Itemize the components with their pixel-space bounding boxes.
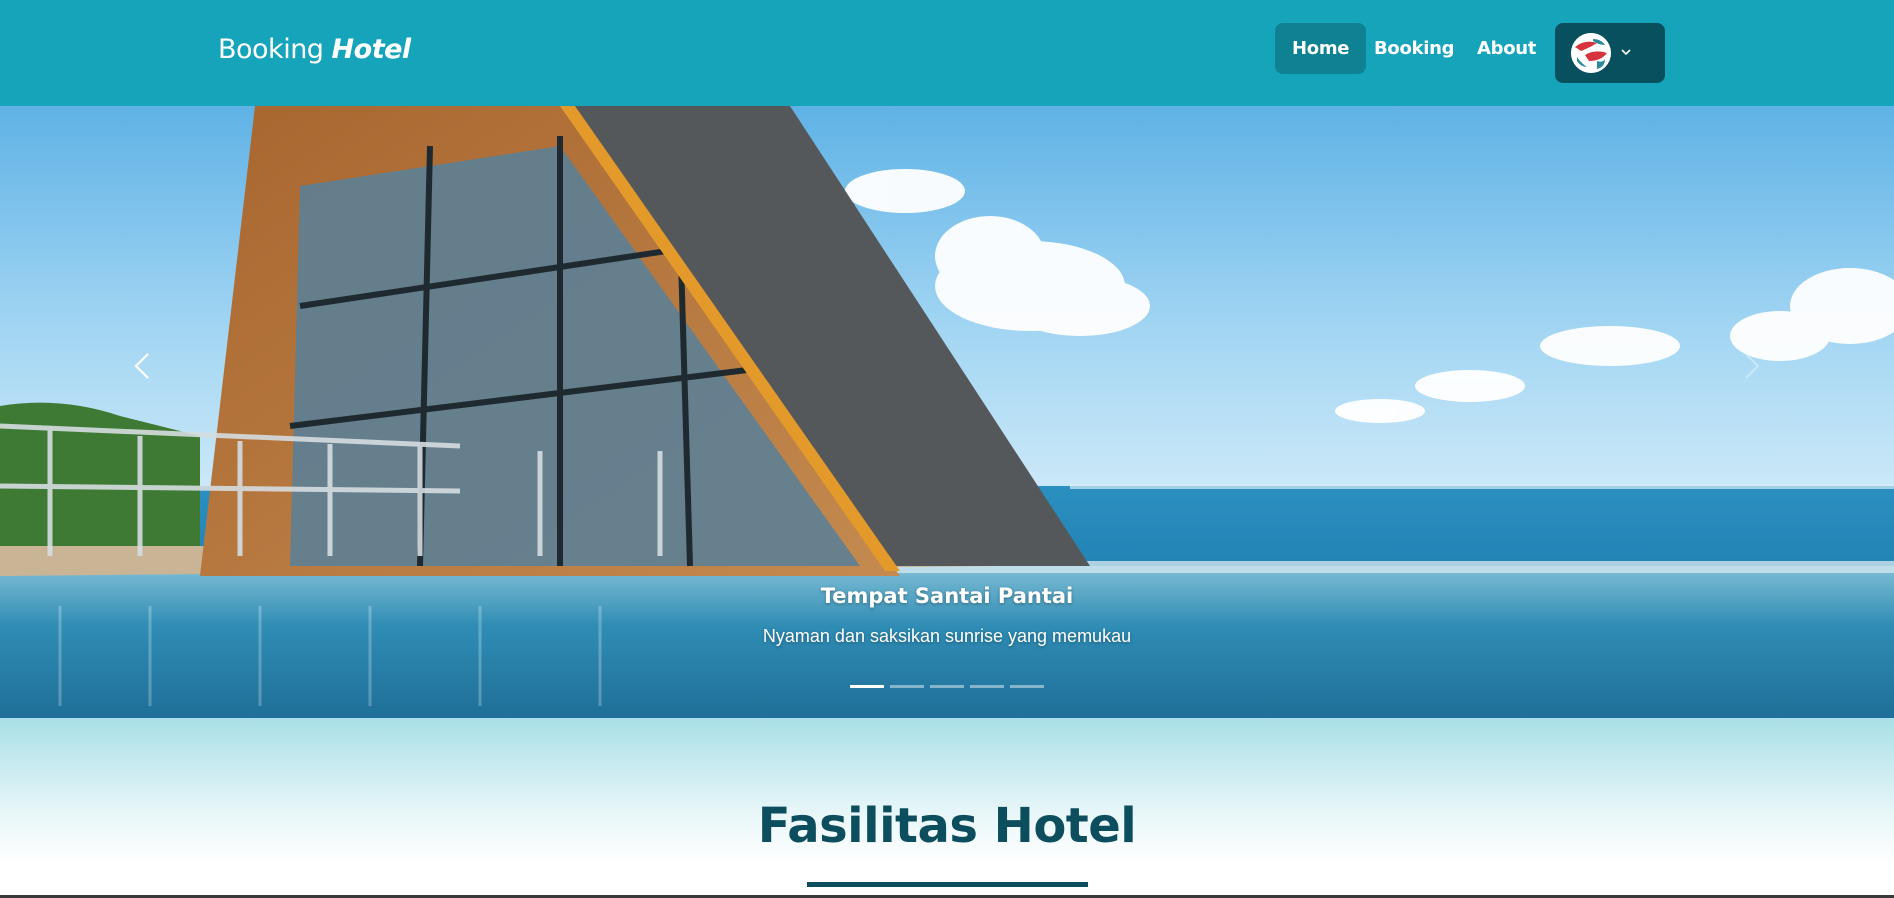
section-title-underline [807,882,1088,887]
hero-carousel: Tempat Santai Pantai Nyaman dan saksikan… [0,106,1894,718]
carousel-indicator-2[interactable] [890,685,924,688]
section-title: Fasilitas Hotel [757,798,1137,854]
carousel-caption-title: Tempat Santai Pantai [820,584,1074,608]
carousel-indicators [850,685,1044,689]
nav-link-about[interactable]: About [1460,23,1553,74]
nav-link-booking[interactable]: Booking [1357,23,1471,74]
nav-link-home[interactable]: Home [1275,23,1367,74]
facilities-section: Fasilitas Hotel [0,718,1894,898]
navbar: Booking Hotel Home Booking About [0,0,1894,106]
language-selector-button[interactable] [1555,23,1665,83]
carousel-caption-text: Nyaman dan saksikan sunrise yang memukau [762,626,1132,646]
carousel-next-control[interactable] [1722,336,1782,396]
flag-icon [1571,33,1611,73]
carousel-indicator-1[interactable] [850,685,884,688]
carousel-indicator-5[interactable] [1010,685,1044,688]
brand-emphasis: Hotel [331,34,412,65]
carousel-indicator-3[interactable] [930,685,964,688]
chevron-down-icon [1621,49,1631,56]
brand-logo[interactable]: Booking Hotel [218,34,411,65]
carousel-indicator-4[interactable] [970,685,1004,688]
carousel-prev-control[interactable] [112,336,172,396]
brand-prefix: Booking [218,34,324,65]
